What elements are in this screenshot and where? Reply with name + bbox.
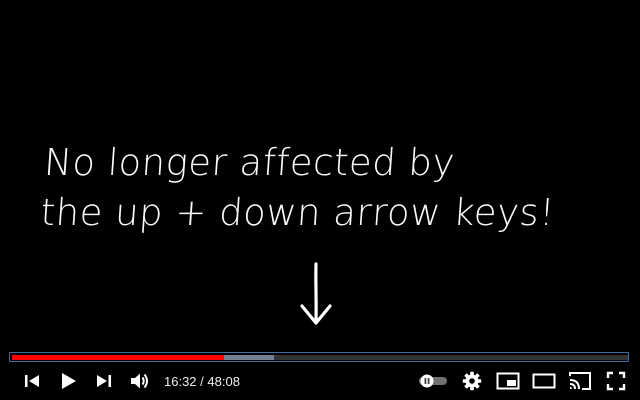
cast-button[interactable] [562, 363, 598, 399]
autoplay-toggle-icon [418, 374, 448, 388]
fullscreen-button[interactable] [598, 363, 634, 399]
theater-mode-icon [532, 373, 556, 389]
skip-previous-icon [23, 372, 41, 390]
settings-button[interactable] [454, 363, 490, 399]
down-arrow-icon [298, 262, 334, 331]
time-display: 16:32 / 48:08 [164, 374, 240, 389]
next-button[interactable] [86, 363, 122, 399]
current-time: 16:32 [164, 373, 197, 389]
skip-next-icon [95, 372, 113, 390]
caption-line-2: the up + down arrow keys! [39, 191, 557, 234]
video-player: No longer affected by the up + down arro… [0, 0, 640, 400]
control-bar: 16:32 / 48:08 [0, 362, 640, 400]
time-separator: / [196, 373, 208, 389]
progress-played [12, 355, 225, 360]
caption-line-1: No longer affected by [42, 141, 457, 184]
play-button[interactable] [50, 363, 86, 399]
play-icon [58, 371, 78, 391]
gear-icon [462, 371, 482, 391]
fullscreen-icon [606, 371, 626, 391]
left-controls: 16:32 / 48:08 [0, 363, 240, 399]
miniplayer-icon [496, 372, 520, 390]
volume-icon [129, 371, 151, 391]
video-frame[interactable]: No longer affected by the up + down arro… [0, 0, 640, 350]
autoplay-toggle[interactable] [412, 363, 454, 399]
mute-button[interactable] [122, 363, 158, 399]
video-caption: No longer affected by the up + down arro… [39, 138, 626, 238]
duration: 48:08 [207, 373, 240, 389]
miniplayer-button[interactable] [490, 363, 526, 399]
theater-mode-button[interactable] [526, 363, 562, 399]
cast-icon [568, 371, 592, 391]
progress-bar[interactable] [12, 355, 628, 360]
right-controls [412, 363, 640, 399]
previous-button[interactable] [14, 363, 50, 399]
